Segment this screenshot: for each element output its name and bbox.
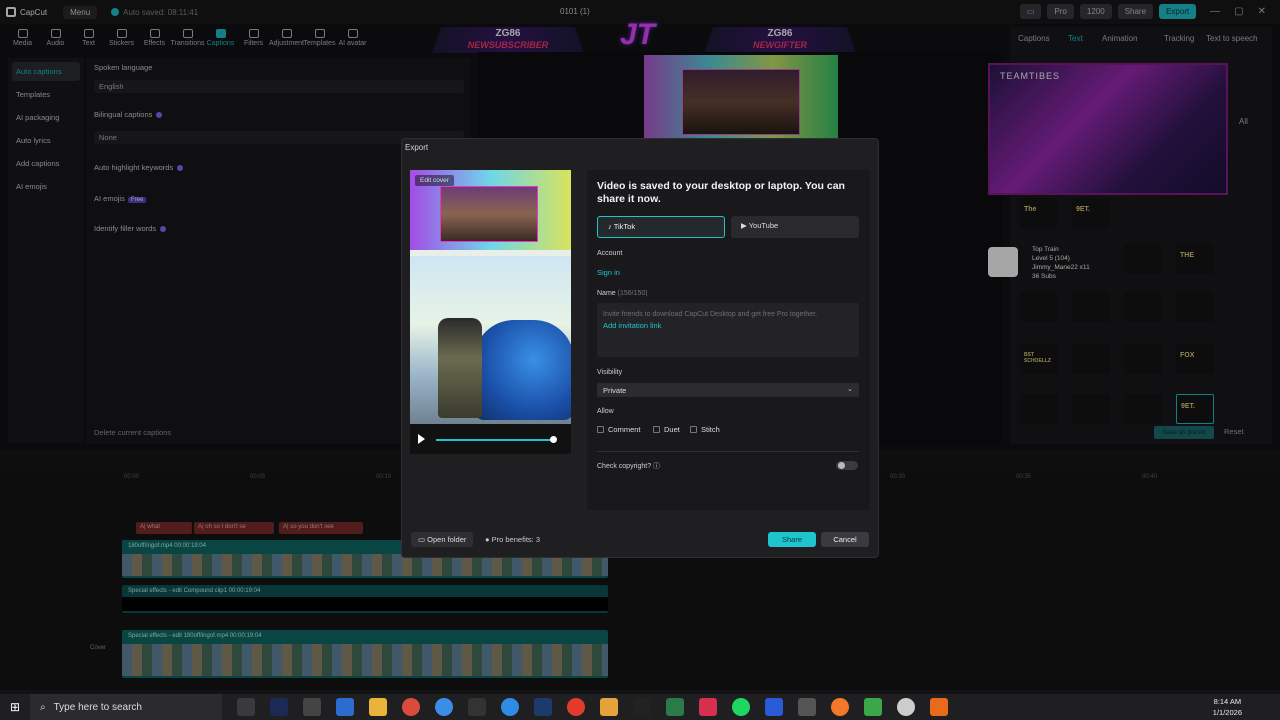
share-panel: Video is saved to your desktop or laptop…: [587, 170, 870, 510]
visibility-select[interactable]: Private ⌄: [597, 383, 859, 397]
photoshop-icon[interactable]: [270, 698, 288, 716]
name-label: Name (156/150): [597, 290, 648, 297]
pro-benefits[interactable]: ● Pro benefits: 3: [478, 532, 547, 547]
stitch-checkbox[interactable]: Stitch: [690, 425, 720, 434]
name-input[interactable]: Invite friends to download CapCut Deskto…: [597, 303, 859, 357]
check-copyright-label: Check copyright? ⓘ: [597, 463, 661, 470]
tiktok-button[interactable]: ♪ TikTok: [597, 216, 725, 238]
epic-games-icon[interactable]: [468, 698, 486, 716]
spotify-icon[interactable]: [732, 698, 750, 716]
allow-label: Allow: [597, 408, 614, 415]
record-icon[interactable]: [567, 698, 585, 716]
share-headline: Video is saved to your desktop or laptop…: [597, 180, 845, 205]
add-invitation-link[interactable]: Add invitation link: [603, 321, 661, 330]
app-icon[interactable]: [303, 698, 321, 716]
task-view-icon[interactable]: [237, 698, 255, 716]
taskbar-clock[interactable]: 8:14 AM 1/1/2026: [1213, 696, 1242, 718]
open-folder-button[interactable]: ▭ Open folder: [411, 532, 474, 547]
cancel-button[interactable]: Cancel: [821, 532, 869, 547]
media-player-icon[interactable]: [897, 698, 915, 716]
notepad-icon[interactable]: [336, 698, 354, 716]
sublime-icon[interactable]: [930, 698, 948, 716]
capcut-icon[interactable]: [633, 698, 651, 716]
word-icon[interactable]: [765, 698, 783, 716]
comment-checkbox[interactable]: Comment: [597, 425, 641, 434]
scrubber-handle[interactable]: [550, 436, 557, 443]
chrome-alt-icon[interactable]: [435, 698, 453, 716]
duet-checkbox[interactable]: Duet: [653, 425, 680, 434]
share-confirm-button[interactable]: Share: [768, 532, 816, 547]
search-icon: ⌕: [40, 701, 46, 713]
firefox-icon[interactable]: [831, 698, 849, 716]
info-icon: ⓘ: [653, 463, 661, 470]
windows-start-icon[interactable]: ⊞: [0, 694, 30, 720]
account-label: Account: [597, 250, 623, 257]
dialog-title: Export: [405, 143, 429, 152]
windows-taskbar: ⊞ ⌕ Type here to search 8:14 AM 1/1/2026: [0, 694, 1280, 720]
pro-icon: ●: [485, 535, 492, 544]
visibility-label: Visibility: [597, 369, 623, 376]
chrome-icon[interactable]: [402, 698, 420, 716]
file-explorer-icon[interactable]: [369, 698, 387, 716]
chevron-down-icon: ⌄: [847, 386, 853, 393]
taskbar-search[interactable]: ⌕ Type here to search: [30, 694, 222, 720]
cover-preview: Edit cover: [410, 170, 571, 454]
browser-icon[interactable]: [501, 698, 519, 716]
preview-scrubber[interactable]: [436, 439, 554, 441]
youtube-icon: ▶: [741, 221, 749, 230]
youtube-button[interactable]: ▶ YouTube: [731, 216, 859, 238]
image-app-icon[interactable]: [864, 698, 882, 716]
vlc-icon[interactable]: [600, 698, 618, 716]
copyright-toggle[interactable]: [836, 461, 858, 470]
play-icon[interactable]: [418, 434, 425, 444]
edit-cover-button[interactable]: Edit cover: [415, 175, 454, 186]
folder-icon: ▭: [418, 535, 428, 544]
steam-icon[interactable]: [534, 698, 552, 716]
tiktok-icon[interactable]: [699, 698, 717, 716]
excel-icon[interactable]: [666, 698, 684, 716]
files-icon[interactable]: [798, 698, 816, 716]
sign-in-link[interactable]: Sign in: [597, 268, 620, 277]
preview-controls: [410, 424, 571, 454]
